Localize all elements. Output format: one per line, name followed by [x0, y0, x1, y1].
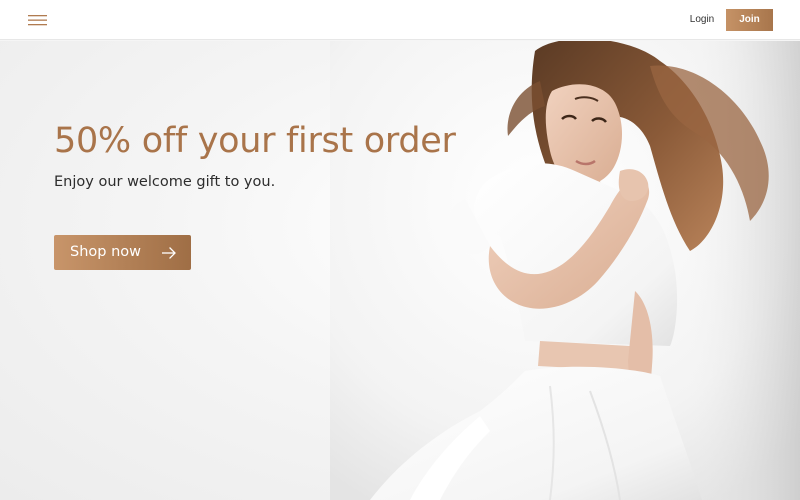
menu-button[interactable]: [22, 10, 52, 30]
arrow-right-icon: [162, 247, 176, 259]
hero-subtitle: Enjoy our welcome gift to you.: [54, 174, 276, 190]
join-button[interactable]: Join: [726, 9, 773, 31]
page: Login Join 50% off your first order Enjo…: [0, 0, 800, 500]
top-navbar: Login Join: [0, 0, 800, 40]
hamburger-menu-icon: [28, 15, 47, 26]
hero-model-image: [330, 41, 800, 500]
shop-now-button[interactable]: Shop now: [54, 235, 191, 270]
hero-title: 50% off your first order: [54, 121, 456, 161]
shop-now-label: Shop now: [70, 244, 141, 260]
hero-banner: 50% off your first order Enjoy our welco…: [0, 41, 800, 500]
login-link[interactable]: Login: [680, 12, 724, 28]
